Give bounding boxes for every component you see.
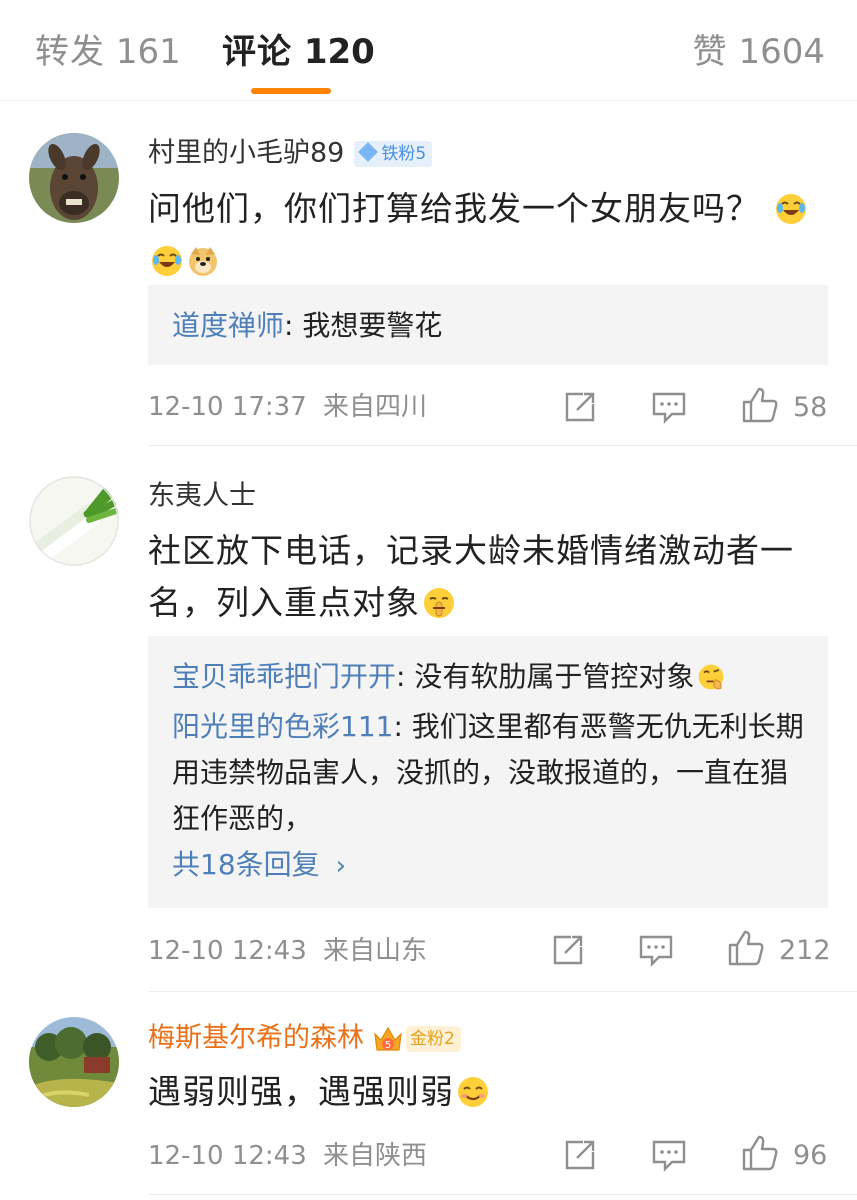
comment-divider: [148, 445, 857, 446]
fan-badge[interactable]: 金粉2: [406, 1025, 461, 1052]
thumbs-up-icon: [742, 1135, 778, 1171]
like-button[interactable]: [727, 929, 765, 967]
chevron-right-icon: ›: [335, 851, 347, 881]
reply-username[interactable]: 阳光里的色彩111: [172, 710, 393, 743]
reply-box[interactable]: 道度禅师: 我想要警花: [148, 285, 828, 365]
comment-location: 来自山东: [323, 936, 428, 966]
more-replies-label: 共18条回复: [172, 848, 320, 881]
scallion-avatar-icon: [29, 476, 119, 566]
reply-button[interactable]: [651, 1138, 687, 1172]
shush-emoji: [424, 588, 454, 618]
donkey-avatar-icon: [29, 133, 119, 223]
thinking-emoji: [699, 664, 724, 690]
comment-time: 12-10 12:43: [148, 1141, 307, 1171]
reply-box[interactable]: 宝贝乖乖把门开开: 没有软肋属于管控对象 阳光里的色彩111: 我们这里都有恶警…: [148, 636, 828, 908]
share-button[interactable]: [551, 933, 585, 967]
tab-bar: 转发 161 评论 120 赞 1604: [0, 0, 857, 101]
thumbs-up-icon: [742, 387, 778, 423]
comment-meta: 12-10 17:37 来自四川: [148, 390, 427, 424]
smile-emoji: [458, 1077, 488, 1107]
like-button[interactable]: [741, 386, 779, 424]
like-count: 96: [793, 1140, 828, 1171]
avatar[interactable]: [29, 1017, 119, 1107]
comment-time: 12-10 17:37: [148, 392, 307, 422]
reply-item[interactable]: 宝贝乖乖把门开开: 没有软肋属于管控对象: [172, 654, 808, 700]
comment-time: 12-10 12:43: [148, 936, 307, 966]
username-text: 东夷人士: [148, 480, 256, 512]
tab-comment[interactable]: 评论 120: [222, 30, 375, 74]
fan-badge-label: 金粉2: [410, 1028, 455, 1049]
reply-button[interactable]: [651, 390, 687, 424]
laugh-cry-emoji: [152, 246, 182, 276]
like-count: 58: [793, 392, 828, 423]
comment-divider: [148, 1194, 857, 1195]
reply-username[interactable]: 道度禅师: [172, 309, 284, 342]
share-icon: [553, 935, 583, 965]
reply-button[interactable]: [638, 933, 674, 967]
comment-text: 遇弱则强，遇强则弱: [148, 1066, 838, 1118]
comment-location: 来自四川: [323, 392, 428, 422]
comment-text-body: 社区放下电话，记录大龄未婚情绪激动者一名，列入重点对象: [148, 531, 794, 622]
share-button[interactable]: [563, 390, 597, 424]
crown-vip-icon[interactable]: 5: [372, 1024, 404, 1054]
comment-username[interactable]: 梅斯基尔希的森林 5 金粉2: [148, 1021, 461, 1056]
forest-avatar-icon: [29, 1017, 119, 1107]
tab-comment-label: 评论: [222, 32, 292, 72]
comment-username[interactable]: 东夷人士: [148, 479, 256, 514]
comment-icon: [652, 392, 686, 424]
comment-meta: 12-10 12:43 来自陕西: [148, 1139, 427, 1173]
like-count: 212: [779, 935, 831, 966]
comment-divider: [148, 991, 857, 992]
tab-repost-label: 转发: [35, 32, 105, 72]
fan-badge-label: 铁粉5: [381, 143, 427, 164]
tab-comment-count: 120: [303, 32, 375, 72]
crown-level: 5: [385, 1040, 391, 1051]
comment-text-body: 问他们，你们打算给我发一个女朋友吗？: [148, 189, 760, 228]
fan-badge[interactable]: 铁粉5: [354, 140, 433, 167]
comment-username[interactable]: 村里的小毛驴89 铁粉5: [148, 136, 433, 171]
doge-emoji: [189, 247, 217, 276]
comment-icon: [652, 1140, 686, 1172]
tab-repost-count: 161: [115, 32, 181, 72]
share-button[interactable]: [563, 1138, 597, 1172]
avatar[interactable]: [29, 133, 119, 223]
tab-like-count: 1604: [738, 32, 825, 72]
more-replies-link[interactable]: 共18条回复 ›: [172, 842, 346, 889]
share-icon: [565, 392, 595, 422]
comment-location: 来自陕西: [323, 1141, 428, 1171]
tab-repost[interactable]: 转发 161: [35, 30, 181, 74]
laugh-cry-emoji: [775, 194, 806, 224]
username-text: 梅斯基尔希的森林: [148, 1022, 364, 1054]
active-tab-indicator: [251, 88, 331, 94]
avatar[interactable]: [29, 476, 119, 566]
like-button[interactable]: [741, 1134, 779, 1172]
share-icon: [565, 1140, 595, 1170]
diamond-icon: [358, 141, 379, 162]
comment-text: 问他们，你们打算给我发一个女朋友吗？: [148, 183, 838, 287]
reply-item[interactable]: 阳光里的色彩111: 我们这里都有恶警无仇无利长期用违禁物品害人，没抓的，没敢报…: [172, 704, 808, 842]
reply-text: : 我想要警花: [284, 309, 443, 342]
comment-meta: 12-10 12:43 来自山东: [148, 934, 427, 968]
tab-like-label: 赞: [692, 32, 728, 72]
reply-item[interactable]: 道度禅师: 我想要警花: [172, 303, 808, 349]
reply-text: : 没有软肋属于管控对象: [396, 660, 695, 693]
comment-icon: [639, 935, 673, 967]
reply-username[interactable]: 宝贝乖乖把门开开: [172, 660, 396, 693]
comment-text: 社区放下电话，记录大龄未婚情绪激动者一名，列入重点对象: [148, 525, 838, 629]
thumbs-up-icon: [728, 930, 764, 966]
comment-text-body: 遇弱则强，遇强则弱: [148, 1072, 454, 1111]
username-text: 村里的小毛驴89: [148, 137, 345, 169]
tab-like[interactable]: 赞 1604: [693, 30, 825, 74]
